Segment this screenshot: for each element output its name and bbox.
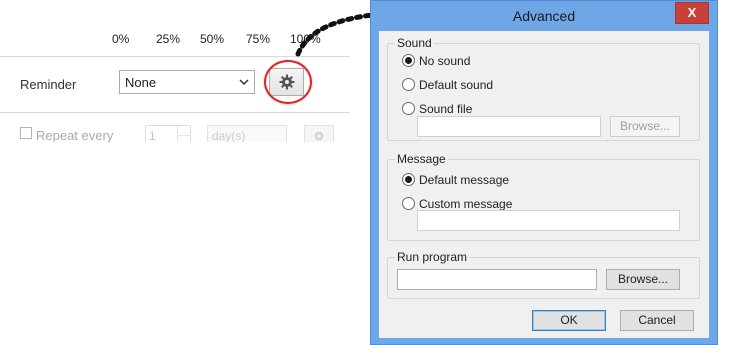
repeat-unit-select[interactable]: day(s)	[207, 125, 287, 142]
gear-icon	[314, 131, 324, 141]
run-program-browse-button[interactable]: Browse...	[606, 269, 680, 290]
divider	[0, 112, 350, 113]
reminder-select[interactable]: None	[119, 70, 255, 94]
stepper-up-arrow-icon[interactable]	[177, 126, 190, 135]
dialog-title: Advanced	[512, 8, 576, 24]
radio-indicator[interactable]	[402, 54, 415, 67]
close-button[interactable]: X	[675, 2, 709, 24]
cancel-button[interactable]: Cancel	[620, 310, 694, 331]
sound-legend: Sound	[395, 36, 434, 50]
percent-tick: 0%	[112, 32, 130, 46]
repeat-interval-stepper[interactable]: 1	[145, 125, 191, 142]
radio-indicator[interactable]	[402, 102, 415, 115]
run-program-legend: Run program	[395, 250, 470, 264]
repeat-unit-value: day(s)	[212, 129, 246, 142]
radio-label: Default message	[419, 173, 510, 187]
radio-label: No sound	[419, 54, 471, 68]
radio-indicator[interactable]	[402, 78, 415, 91]
radio-indicator[interactable]	[402, 173, 415, 186]
run-program-group: Run program Browse...	[387, 250, 700, 299]
message-legend: Message	[395, 152, 448, 166]
dialog-body: Sound No sound Default sound Sound file …	[379, 31, 709, 338]
percent-tick: 25%	[156, 32, 181, 46]
radio-indicator[interactable]	[402, 197, 415, 210]
message-group: Message Default message Custom message	[387, 152, 700, 241]
close-icon: X	[687, 5, 697, 20]
repeat-checkbox[interactable]	[20, 127, 32, 139]
radio-label: Default sound	[419, 78, 494, 92]
repeat-interval-value: 1	[149, 129, 156, 142]
stepper-down-arrow-icon[interactable]	[177, 135, 190, 142]
reminder-select-value: None	[125, 75, 157, 90]
reminder-label: Reminder	[20, 77, 77, 92]
run-program-input[interactable]	[397, 269, 597, 290]
repeat-settings-button[interactable]	[304, 125, 334, 142]
advanced-dialog: Advanced X Sound No sound Default sound …	[370, 0, 718, 345]
radio-label: Custom message	[419, 197, 513, 211]
repeat-row: Repeat every 1 day(s)	[0, 120, 350, 142]
percent-tick: 75%	[246, 32, 271, 46]
sound-file-input[interactable]	[417, 116, 601, 137]
sound-browse-button[interactable]: Browse...	[610, 116, 680, 137]
custom-message-input[interactable]	[417, 210, 680, 231]
radio-label: Sound file	[419, 102, 473, 116]
sound-group: Sound No sound Default sound Sound file …	[387, 36, 700, 141]
percent-tick: 50%	[200, 32, 225, 46]
chevron-down-icon	[239, 79, 249, 86]
ok-button[interactable]: OK	[532, 310, 606, 331]
repeat-label: Repeat every	[36, 128, 114, 142]
